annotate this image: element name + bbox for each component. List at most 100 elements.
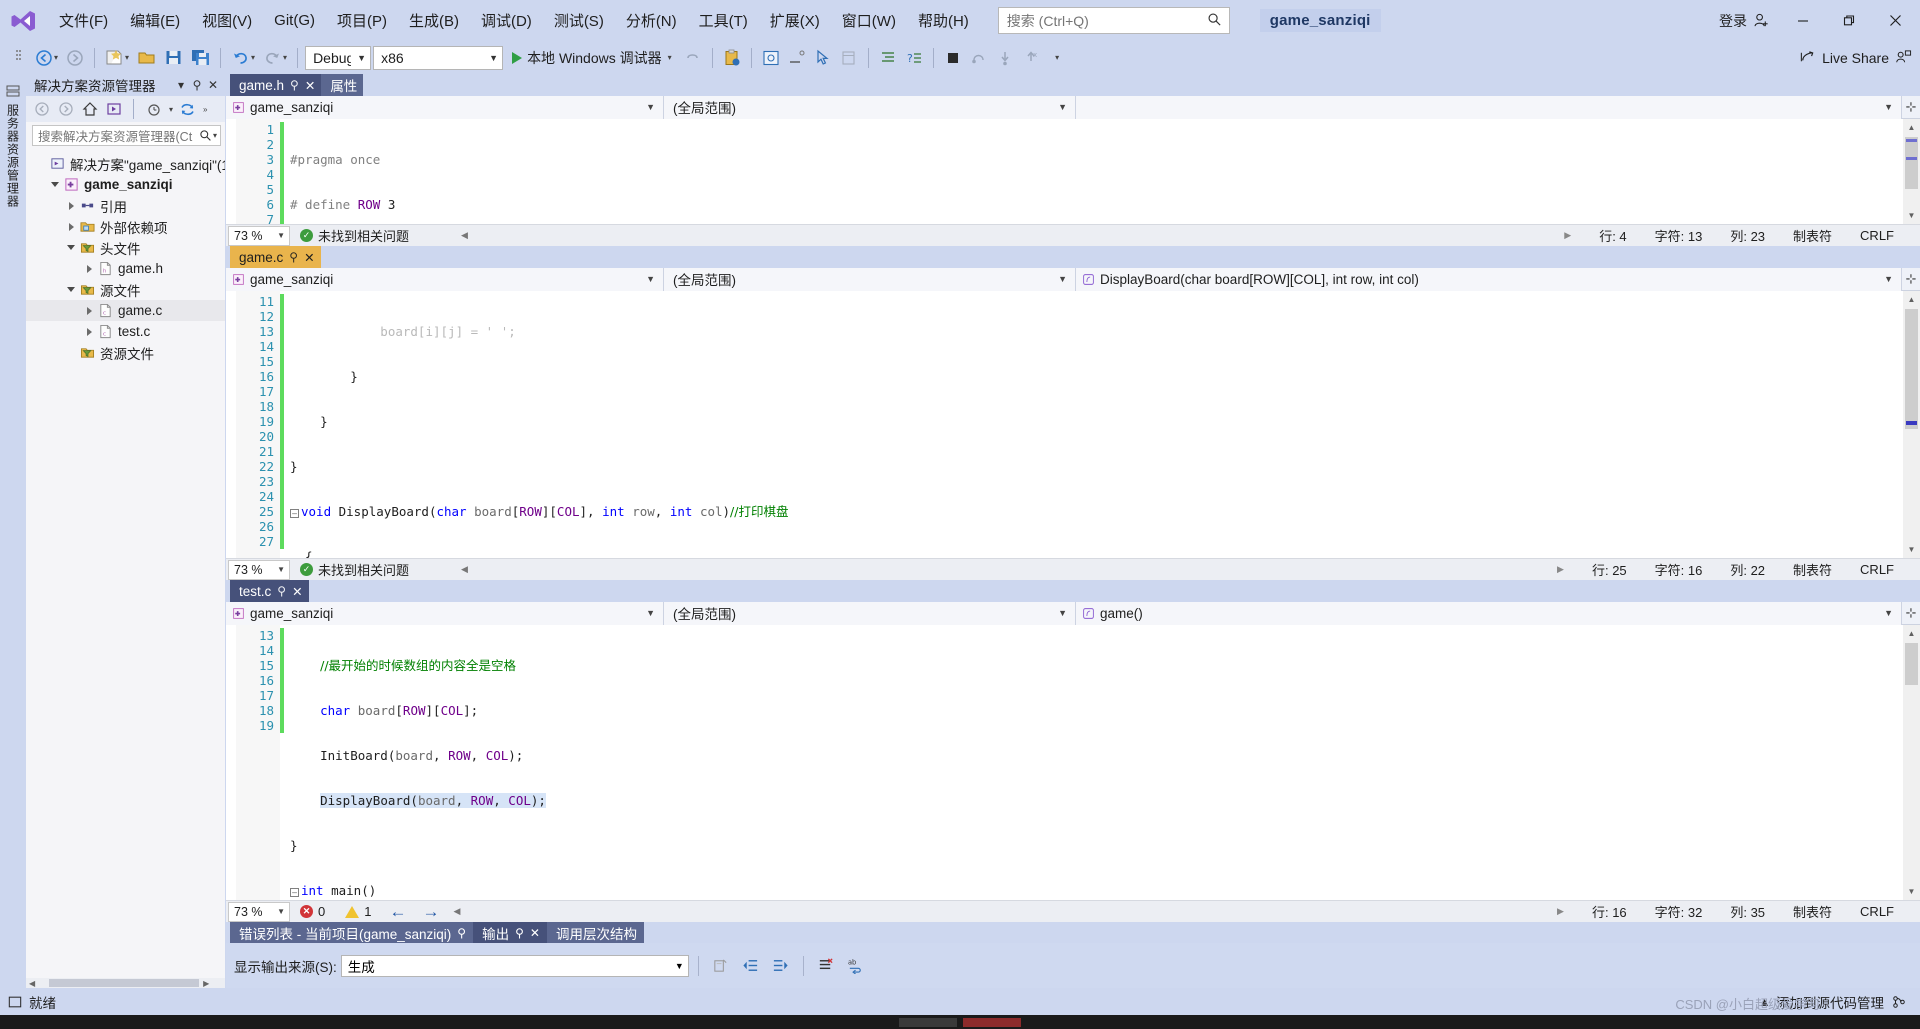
navigate-backward-button[interactable]: ▾ [32,45,61,71]
previous-issue-arrow-icon[interactable]: ← [381,902,414,922]
solution-explorer-toggle-button[interactable] [759,45,783,71]
menu-window[interactable]: 窗口(W) [831,6,907,35]
chevron-down-icon[interactable]: ▼ [1054,274,1071,284]
save-button[interactable] [161,45,186,71]
nav-scope-combo[interactable]: (全局范围) ▼ [664,601,1076,625]
source-control-icon[interactable] [1892,995,1906,1009]
scroll-up-arrow-icon[interactable]: ▲ [1903,291,1920,308]
menu-bar[interactable]: 文件(F) 编辑(E) 视图(V) Git(G) 项目(P) 生成(B) 调试(… [48,0,980,41]
twisty-collapsed[interactable] [82,327,96,336]
forward-icon[interactable] [56,100,75,119]
vscroll-thumb[interactable] [1905,643,1918,685]
chevron-down-icon[interactable]: ▼ [1054,608,1071,618]
vscroll-thumb[interactable] [1905,137,1918,189]
twisty-collapsed[interactable] [64,222,78,231]
pin-icon[interactable]: ⚲ [289,250,298,264]
twisty-expanded[interactable] [48,182,62,187]
back-icon[interactable] [32,100,51,119]
scroll-left-arrow-icon[interactable]: ◀ [26,979,35,988]
clipboard-ring-button[interactable] [720,45,744,71]
close-button[interactable] [1872,0,1918,41]
step-over-button[interactable] [967,45,991,71]
editor-hscrollbar-game-c[interactable]: ◀ [419,562,1200,577]
error-count-indicator[interactable]: ✕ 0 [290,904,335,919]
menu-debug[interactable]: 调试(D) [470,6,543,35]
editor-hscrollbar-test-c[interactable]: ◀ [447,904,1088,919]
solution-explorer-hscrollbar[interactable]: ◀ ▶ [26,978,225,988]
undo-button[interactable]: ▾ [228,45,258,71]
chevron-down-icon[interactable]: ▼ [1880,102,1897,112]
tree-item-header-files-folder[interactable]: 头文件 [26,237,225,258]
vscrollbar-game-c[interactable]: ▲ ▼ [1903,291,1920,558]
nav-member-combo[interactable]: ▼ [1076,95,1902,119]
nav-project-combo[interactable]: game_sanziqi ▼ [226,601,664,625]
output-source-combo[interactable]: 生成 ▼ [340,954,689,977]
quick-find-symbol-button[interactable]: ? [902,45,926,71]
tree-item-resource-files-folder[interactable]: 资源文件 [26,342,225,363]
tree-item-references[interactable]: 引用 [26,195,225,216]
panel-menu-chevron-icon[interactable]: ▾ [173,78,189,92]
tree-item-project[interactable]: game_sanziqi [26,174,225,195]
panel-pin-icon[interactable]: ⚲ [189,78,205,92]
clear-all-icon[interactable] [813,954,839,978]
code-area-game-h[interactable]: 1 2 3 4 5 6 7 #pragma once # define ROW … [226,119,1920,224]
chevron-down-icon[interactable]: ▾ [169,105,173,114]
solution-explorer-search[interactable]: 搜索解决方案资源管理器(Ct ▾ [32,125,221,146]
step-into-button[interactable] [993,45,1017,71]
menu-test[interactable]: 测试(S) [543,6,615,35]
hscroll-thumb[interactable] [49,979,200,987]
toggle-wrap-icon[interactable]: ab [843,954,869,978]
taskbar-item[interactable] [899,1017,957,1027]
code-text-game-h[interactable]: #pragma once # define ROW 3 # define COL… [284,119,1903,224]
start-debugging-button[interactable]: 本地 Windows 调试器 ▾ [505,46,679,70]
menu-view[interactable]: 视图(V) [191,6,263,35]
scroll-up-arrow-icon[interactable]: ▲ [1903,119,1920,136]
pin-icon[interactable]: ⚲ [515,926,524,940]
twisty-expanded[interactable] [64,287,78,292]
new-project-button[interactable]: ▾ [102,45,132,71]
live-share-button[interactable]: Live Share [1799,49,1920,66]
code-area-game-c[interactable]: 11 12 13 14 15 16 17 18 19 20 21 22 23 2… [226,291,1920,558]
tree-item-source-files-folder[interactable]: 源文件 [26,279,225,300]
toolbar-options-grip[interactable] [6,45,30,71]
solution-platform-combo[interactable]: x86 ▼ [373,45,504,70]
save-all-button[interactable] [188,45,213,71]
maximize-button[interactable] [1826,0,1872,41]
scroll-right-arrow-icon[interactable]: ▶ [1550,230,1585,241]
tree-item-game-c[interactable]: c game.c [26,300,225,321]
scroll-right-arrow-icon[interactable]: ▶ [1543,564,1578,575]
menu-git[interactable]: Git(G) [263,8,326,33]
step-out-button[interactable]: x [1019,45,1043,71]
toolbar-overflow-button[interactable]: ▾ [1045,45,1069,71]
chevron-down-icon[interactable]: ▼ [642,274,659,284]
chevron-down-icon[interactable]: ▼ [1054,102,1071,112]
scroll-right-arrow-icon[interactable]: ▶ [1543,906,1578,917]
twisty-collapsed[interactable] [82,264,96,273]
menu-edit[interactable]: 编辑(E) [119,6,191,35]
nav-member-combo[interactable]: DisplayBoard(char board[ROW][COL], int r… [1076,267,1902,291]
stop-button[interactable] [941,45,965,71]
twisty-expanded[interactable] [64,245,78,250]
split-view-icon[interactable]: ⊹ [1902,605,1920,621]
refresh-icon[interactable] [178,100,197,119]
close-icon[interactable]: ✕ [304,250,314,265]
nav-scope-combo[interactable]: (全局范围) ▼ [664,95,1076,119]
issues-indicator-game-h[interactable]: ✓ 未找到相关问题 [290,226,419,245]
code-text-game-c[interactable]: board[i][j] = ' '; } } } – void DisplayBo… [284,291,1903,558]
tab-error-list[interactable]: 错误列表 - 当前项目(game_sanziqi) ⚲ [230,922,474,943]
vscrollbar-test-c[interactable]: ▲ ▼ [1903,625,1920,900]
tree-item-solution[interactable]: 解决方案"game_sanziqi"(1 个 [26,153,225,174]
chevron-down-icon[interactable]: ▾ [213,131,217,140]
chevron-down-icon[interactable]: ▼ [277,907,285,916]
properties-window-button[interactable] [785,45,809,71]
menu-extensions[interactable]: 扩展(X) [759,6,831,35]
tab-properties[interactable]: 属性 [321,74,364,96]
next-issue-arrow-icon[interactable]: → [414,902,447,922]
code-area-test-c[interactable]: 13 14 15 16 17 18 19 //最开始的时候数组的内容全是空格 c… [226,625,1920,900]
server-explorer-icon[interactable] [5,84,21,100]
split-view-icon[interactable]: ⊹ [1902,99,1920,115]
chevron-down-icon[interactable]: ▼ [1880,608,1897,618]
panel-overflow-icon[interactable]: » [203,105,207,114]
menu-project[interactable]: 项目(P) [326,6,398,35]
close-icon[interactable]: ✕ [305,78,315,93]
